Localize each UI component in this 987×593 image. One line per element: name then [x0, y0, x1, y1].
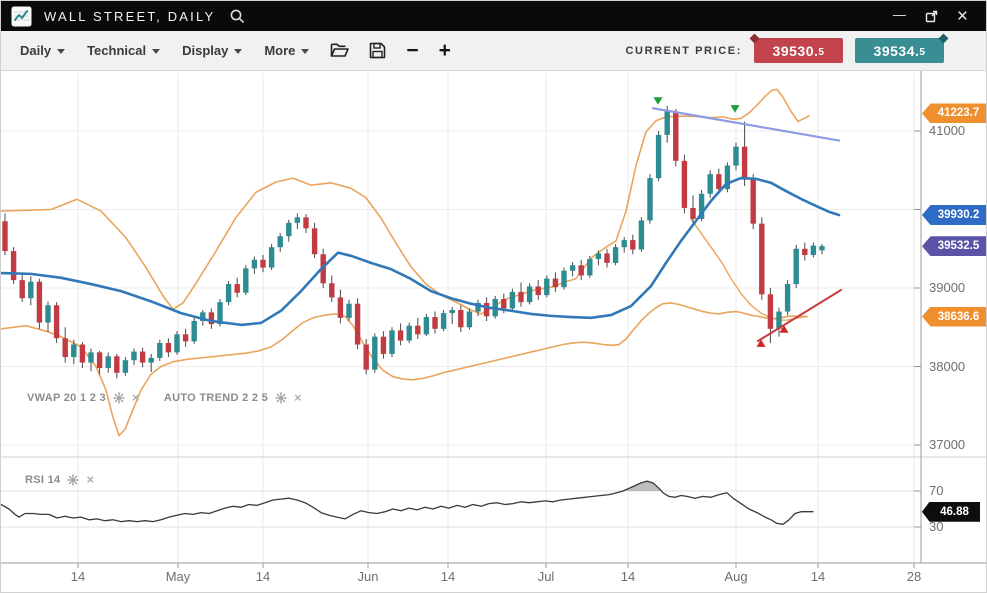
trading-app-window: WALL STREET, DAILY — × Daily Technical D…	[0, 0, 987, 593]
vwap-remove-icon[interactable]: ×	[132, 391, 140, 404]
close-button[interactable]: ×	[957, 7, 968, 26]
date-axis-label: Jun	[346, 569, 390, 584]
popout-button[interactable]	[924, 9, 939, 24]
price-level-badge: 39930.2	[922, 205, 987, 225]
menu-display-label: Display	[182, 43, 228, 58]
rsi-remove-icon[interactable]: ×	[86, 473, 94, 486]
current-price-label: CURRENT PRICE:	[625, 45, 742, 57]
menu-display[interactable]: Display	[171, 31, 253, 70]
window-controls: — ×	[893, 7, 976, 26]
auto-trend-indicator-label: AUTO TREND 2 2 5	[164, 392, 268, 404]
vwap-settings-gear-icon[interactable]	[113, 392, 125, 404]
chart-area: VWAP 20 1 2 3 × AUTO TREND 2 2 5 × RSI 1…	[1, 71, 987, 593]
chevron-down-icon	[234, 49, 242, 54]
date-axis-label: 14	[241, 569, 285, 584]
date-axis-label: May	[156, 569, 200, 584]
price-axis-label: 39000	[929, 280, 984, 295]
date-axis-label: 28	[892, 569, 936, 584]
chevron-down-icon	[152, 49, 160, 54]
date-axis-label: Aug	[714, 569, 758, 584]
rsi-indicator-label: RSI 14	[25, 474, 60, 486]
menu-more-label: More	[264, 43, 295, 58]
rsi-axis-label: 70	[929, 483, 984, 498]
toolbar: Daily Technical Display More − + CU	[1, 31, 986, 71]
price-axis-label: 37000	[929, 437, 984, 452]
title-bar: WALL STREET, DAILY — ×	[1, 1, 986, 31]
price-level-badge: 39532.5	[922, 236, 987, 256]
price-axis-label: 41000	[929, 123, 984, 138]
rsi-settings-gear-icon[interactable]	[67, 474, 79, 486]
chart-app-icon	[11, 6, 32, 27]
ask-price-badge[interactable]: 39534.5	[855, 38, 944, 63]
chart-canvas[interactable]	[1, 71, 987, 593]
rsi-indicator-labels: RSI 14 ×	[25, 473, 94, 486]
price-level-badge: 41223.7	[922, 103, 987, 123]
price-level-badge: 38636.6	[922, 307, 987, 327]
rsi-value-badge: 46.88	[922, 502, 980, 522]
minimize-button[interactable]: —	[893, 8, 906, 21]
date-axis-label: 14	[426, 569, 470, 584]
overlay-indicator-labels: VWAP 20 1 2 3 × AUTO TREND 2 2 5 ×	[27, 391, 302, 404]
date-axis-label: Jul	[524, 569, 568, 584]
search-icon[interactable]	[229, 8, 246, 25]
window-title: WALL STREET, DAILY	[44, 9, 215, 24]
bid-price-badge[interactable]: 39530.5	[754, 38, 843, 63]
auto-trend-settings-gear-icon[interactable]	[275, 392, 287, 404]
vwap-indicator-label: VWAP 20 1 2 3	[27, 392, 106, 404]
open-folder-icon[interactable]	[329, 41, 350, 60]
price-axis-label: 38000	[929, 359, 984, 374]
menu-timeframe[interactable]: Daily	[9, 31, 76, 70]
chevron-down-icon	[301, 49, 309, 54]
save-icon[interactable]	[368, 41, 387, 60]
date-axis-label: 14	[56, 569, 100, 584]
date-axis-label: 14	[606, 569, 650, 584]
menu-technical[interactable]: Technical	[76, 31, 171, 70]
menu-technical-label: Technical	[87, 43, 146, 58]
menu-timeframe-label: Daily	[20, 43, 51, 58]
date-axis-label: 14	[796, 569, 840, 584]
current-price-area: CURRENT PRICE: 39530.5 39534.5	[625, 38, 978, 63]
auto-trend-remove-icon[interactable]: ×	[294, 391, 302, 404]
zoom-in-button[interactable]: +	[439, 40, 451, 61]
zoom-out-button[interactable]: −	[406, 40, 418, 61]
chevron-down-icon	[57, 49, 65, 54]
menu-more[interactable]: More	[253, 31, 320, 70]
